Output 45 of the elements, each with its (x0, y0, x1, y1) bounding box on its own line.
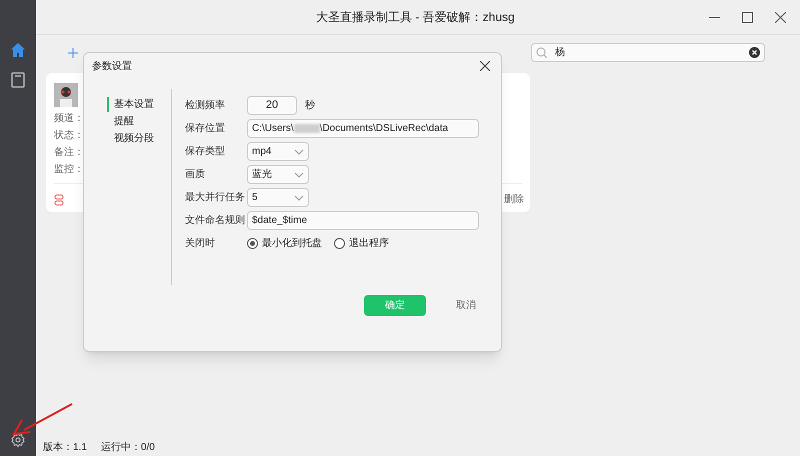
field-label: 画质 (185, 168, 206, 182)
home-icon[interactable] (10, 42, 26, 58)
dialog-title: 参数设置 (92, 60, 132, 74)
field-label: 频道： (54, 112, 84, 126)
chevron-down-icon (294, 194, 304, 200)
field-label: 关闭时 (185, 236, 216, 251)
field-label: 监控： (54, 163, 84, 177)
field-label: 文件命名规则 (185, 214, 246, 228)
settings-tab[interactable]: 提醒 (107, 114, 171, 129)
field-label: 检测频率 (185, 98, 226, 113)
cancel-button[interactable]: 取消 (456, 295, 476, 316)
settings-tab[interactable]: 视频分段 (107, 131, 171, 146)
field-label: 最大并行任务 (185, 190, 246, 205)
book-icon[interactable] (11, 72, 25, 88)
radio-option[interactable]: 退出程序 (334, 236, 389, 251)
path-field[interactable]: C:\Users\ \Documents\DSLiveRec\data (247, 119, 479, 138)
field-label: 备注： (54, 146, 84, 160)
dropdown[interactable]: 蓝光 (247, 165, 309, 184)
unit-label: 秒 (305, 98, 315, 113)
running-count: 运行中：0/0 (100, 440, 155, 454)
radio-button[interactable] (334, 238, 345, 249)
radio-button[interactable] (247, 238, 258, 249)
close-icon[interactable] (480, 61, 490, 71)
dropdown[interactable]: 5 (247, 188, 309, 207)
chevron-down-icon (294, 172, 304, 178)
version-text: 版本：1.1 (43, 440, 87, 454)
number-field[interactable]: 20 (247, 96, 297, 115)
plus-icon[interactable] (68, 48, 78, 58)
delete-link[interactable]: 删除 (504, 192, 524, 207)
clear-icon[interactable] (749, 47, 760, 58)
dropdown[interactable]: mp4 (247, 142, 309, 161)
arrow-icon (10, 402, 74, 436)
maximize-icon[interactable] (742, 12, 753, 22)
settings-tab[interactable]: 基本设置 (107, 97, 171, 112)
close-icon[interactable] (775, 12, 786, 22)
chevron-down-icon (294, 148, 304, 154)
field-label: 状态： (54, 128, 84, 143)
window-title: 大圣直播录制工具 - 吾爱破解：zhusg (316, 9, 515, 26)
search-field[interactable]: 杨 (531, 43, 765, 62)
field-label: 保存位置 (185, 122, 226, 136)
field-label: 保存类型 (185, 144, 226, 159)
search-icon (536, 47, 547, 58)
radio-option[interactable]: 最小化到托盘 (247, 236, 322, 251)
settings-icon[interactable] (10, 432, 26, 448)
text-field[interactable]: $date_$time (247, 211, 479, 230)
